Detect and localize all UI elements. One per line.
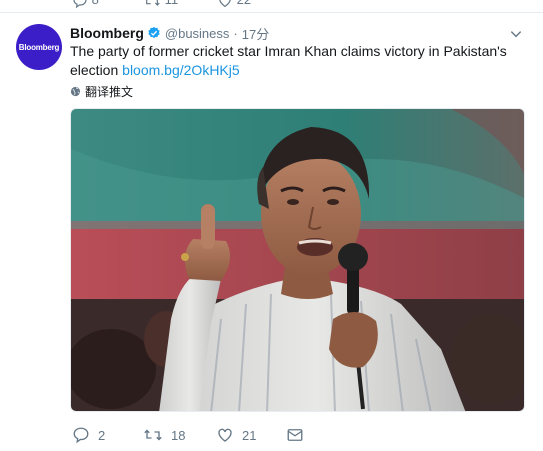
direct-message-icon: [287, 429, 303, 441]
direct-message-button[interactable]: [286, 426, 312, 444]
previous-like-count: 22: [237, 0, 251, 7]
previous-reply-button[interactable]: 8: [72, 0, 99, 8]
author-display-name[interactable]: Bloomberg: [70, 25, 144, 41]
avatar-text: Bloomberg: [18, 42, 60, 52]
chevron-down-icon[interactable]: [509, 27, 523, 41]
reply-icon: [73, 0, 87, 8]
reply-button[interactable]: 2: [72, 426, 105, 444]
previous-tweet-actions: 8 11 22: [70, 0, 543, 8]
like-count: 21: [242, 427, 257, 443]
reply-icon: [73, 427, 89, 444]
previous-like-button[interactable]: 22: [217, 0, 251, 7]
like-button[interactable]: 21: [216, 426, 256, 444]
verified-badge-icon: [148, 26, 160, 39]
tweet-divider: [0, 12, 543, 13]
previous-retweet-button[interactable]: 11: [143, 0, 179, 7]
tweet-link[interactable]: bloom.bg/2OkHKj5: [122, 62, 240, 78]
retweet-icon: [146, 0, 160, 6]
tweet-timestamp[interactable]: 17分: [242, 24, 269, 43]
previous-retweet-count: 11: [165, 0, 179, 7]
tweet-text: The party of former cricket star Imran K…: [70, 42, 520, 80]
photo-image: [71, 109, 524, 411]
retweet-count: 18: [171, 427, 186, 443]
like-icon: [218, 428, 232, 442]
timestamp-separator: ·: [233, 25, 238, 41]
reply-count: 2: [98, 427, 106, 443]
globe-icon: [70, 86, 81, 96]
retweet-icon: [144, 429, 162, 441]
tweet-photo[interactable]: [70, 108, 525, 412]
translate-label: 翻译推文: [85, 84, 134, 99]
avatar[interactable]: Bloomberg: [16, 24, 62, 70]
tweet-actions: 2 18 21: [70, 426, 370, 444]
tweet-header: Bloomberg @business · 17分: [70, 24, 269, 42]
like-icon: [219, 0, 231, 7]
translate-tweet[interactable]: 翻译推文: [70, 83, 133, 99]
previous-reply-count: 8: [92, 0, 99, 7]
retweet-button[interactable]: 18: [143, 426, 185, 444]
author-handle[interactable]: @business: [165, 26, 230, 41]
